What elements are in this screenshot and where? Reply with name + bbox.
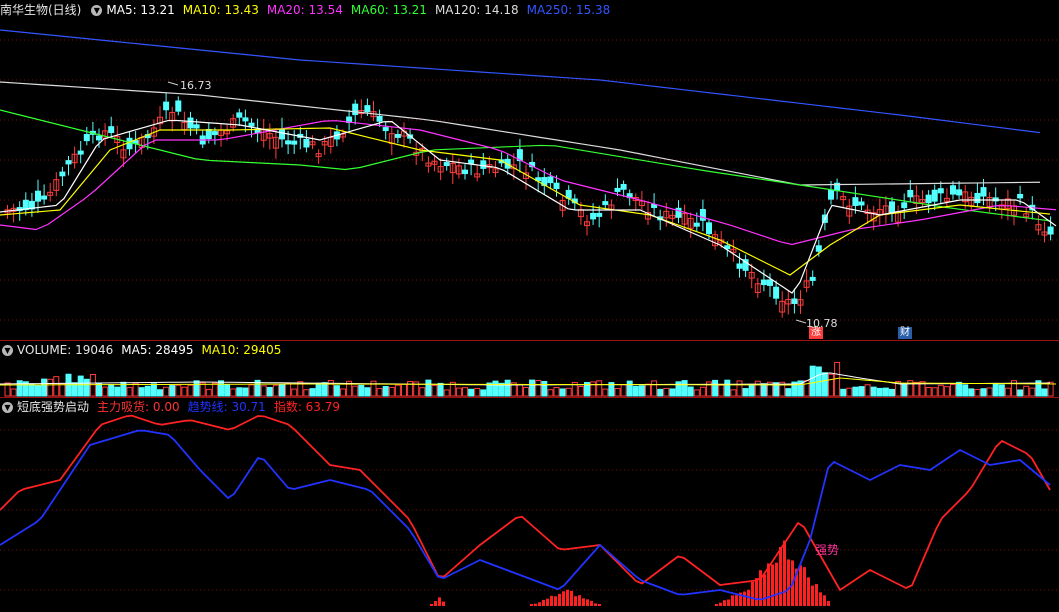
- main-force-bar: [755, 578, 758, 606]
- main-force-bar: [739, 598, 742, 606]
- main-force-bar: [719, 602, 722, 606]
- main-force-bar: [590, 600, 593, 606]
- main-force-bar: [594, 603, 597, 606]
- main-force-bar: [783, 540, 786, 606]
- main-force-bar: [538, 602, 541, 606]
- indicator-chart[interactable]: [0, 0, 1059, 612]
- main-force-bar: [566, 589, 569, 606]
- main-force-bar: [815, 584, 818, 606]
- strong-signal-label: 强势: [815, 543, 840, 557]
- main-force-bar: [558, 593, 561, 606]
- main-force-bar: [807, 577, 810, 606]
- main-force-bar: [823, 595, 826, 606]
- main-force-bar: [586, 599, 589, 606]
- main-force-bar: [727, 599, 730, 606]
- main-force-bar: [562, 591, 565, 606]
- main-force-bar: [819, 592, 822, 606]
- main-force-bar: [787, 559, 790, 606]
- main-force-bar: [438, 597, 441, 606]
- main-force-bar: [723, 600, 726, 606]
- main-force-bar: [578, 595, 581, 606]
- main-force-bar: [442, 601, 445, 606]
- main-force-bar: [771, 564, 774, 606]
- main-force-bar: [598, 604, 601, 606]
- main-force-bar: [751, 581, 754, 606]
- main-force-bar: [534, 603, 537, 606]
- main-force-bar: [434, 601, 437, 606]
- main-force-bar: [430, 604, 433, 606]
- main-force-bar: [574, 596, 577, 606]
- main-force-bar: [811, 585, 814, 606]
- index-line: [0, 414, 1051, 592]
- main-force-bar: [550, 595, 553, 606]
- main-force-bar: [542, 599, 545, 606]
- main-force-bar: [731, 595, 734, 606]
- main-force-bar: [530, 604, 533, 606]
- main-force-bar: [546, 598, 549, 606]
- main-force-bar: [759, 570, 762, 606]
- trend-line: [0, 429, 1051, 601]
- main-force-bar: [582, 598, 585, 606]
- stock-chart-window: 南华生物(日线) ▼ MA5: 13.21 MA10: 13.43 MA20: 13.5…: [0, 0, 1059, 612]
- main-force-bar: [775, 562, 778, 606]
- main-force-bar: [735, 604, 738, 606]
- main-force-bar: [803, 567, 806, 606]
- main-force-bar: [799, 565, 802, 606]
- main-force-bar: [779, 546, 782, 606]
- main-force-bar: [763, 574, 766, 606]
- main-force-bar: [715, 604, 718, 606]
- main-force-bar: [570, 590, 573, 606]
- main-force-bar: [554, 596, 557, 606]
- main-force-bar: [827, 600, 830, 606]
